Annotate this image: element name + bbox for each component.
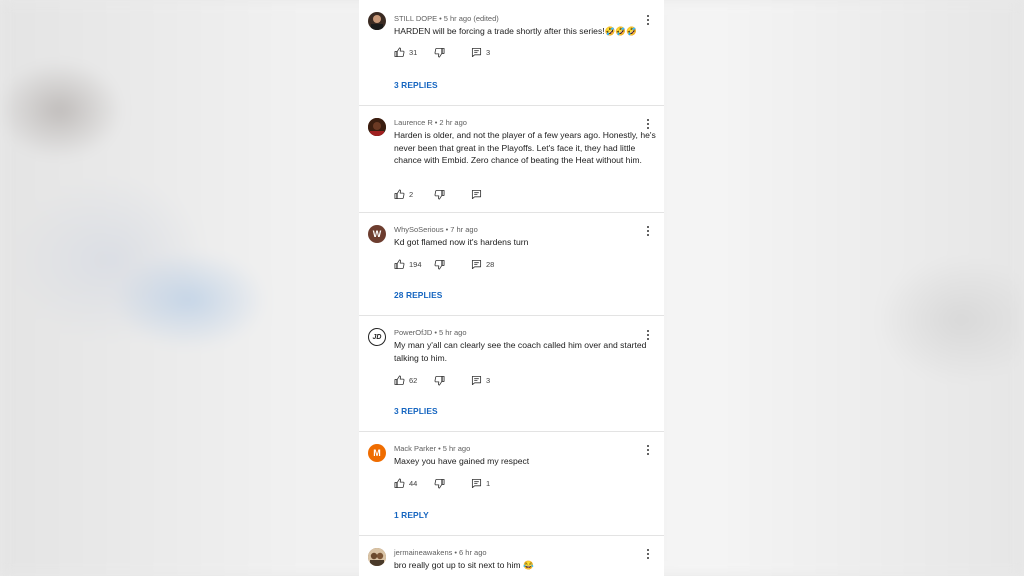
like-button[interactable]: 194	[394, 259, 434, 270]
reply-button[interactable]: 3	[471, 47, 490, 58]
reply-comment-icon	[471, 259, 482, 270]
thumbs-up-icon	[394, 189, 405, 200]
author-name[interactable]: Laurence R	[394, 118, 433, 127]
reply-count: 3	[486, 376, 491, 385]
dislike-button[interactable]	[434, 478, 471, 489]
reply-comment-icon	[471, 47, 482, 58]
reply-button[interactable]: 28	[471, 259, 494, 270]
view-replies-link[interactable]: 3 REPLIES	[394, 80, 438, 90]
comment-meta: Mack Parker • 5 hr ago	[394, 444, 471, 453]
comment-text: Maxey you have gained my respect	[394, 456, 530, 466]
view-replies-link[interactable]: 1 REPLY	[394, 510, 429, 520]
like-button[interactable]: 44	[394, 478, 434, 489]
reply-count: 1	[486, 479, 491, 488]
comment-meta: PowerOfJD • 5 hr ago	[394, 328, 467, 337]
reply-comment-icon	[471, 189, 482, 200]
dislike-button[interactable]	[434, 47, 471, 58]
like-count: 44	[409, 479, 418, 488]
comment-item: jermaineawakens • 6 hr ago bro really got …	[359, 536, 664, 576]
comment-item: STILL DOPE • 5 hr ago (edited) HARDEN will…	[359, 0, 664, 106]
dislike-button[interactable]	[434, 259, 471, 270]
like-count: 31	[409, 48, 418, 57]
thumbs-up-icon	[394, 259, 405, 270]
reply-comment-icon	[471, 375, 482, 386]
comment-actions: 44 1	[394, 478, 490, 489]
comment-meta: Laurence R • 2 hr ago	[394, 118, 467, 127]
like-count: 194	[409, 260, 422, 269]
like-count: 2	[409, 190, 414, 199]
reply-count: 3	[486, 48, 491, 57]
comment-text: My man y'all can clearly see the coach c…	[394, 340, 647, 363]
reply-button[interactable]: 1	[471, 478, 490, 489]
author-name[interactable]: PowerOfJD	[394, 328, 432, 337]
comment-meta: STILL DOPE • 5 hr ago (edited)	[394, 14, 499, 23]
comment-item: M Mack Parker • 5 hr ago Maxey you have ga…	[359, 432, 664, 536]
reply-comment-icon	[471, 478, 482, 489]
comment-item: JD PowerOfJD • 5 hr ago My man y'all can c…	[359, 316, 664, 432]
comment-meta: WhySoSerious • 7 hr ago	[394, 225, 478, 234]
like-button[interactable]: 2	[394, 189, 434, 200]
view-replies-link[interactable]: 28 REPLIES	[394, 290, 442, 300]
comment-actions: 194 28	[394, 259, 494, 270]
thumbs-up-icon	[394, 375, 405, 386]
avatar[interactable]	[368, 12, 386, 30]
comment-time: 5 hr ago	[442, 444, 471, 453]
avatar[interactable]: M	[368, 444, 386, 462]
thumbs-up-icon	[394, 478, 405, 489]
comment-time: 6 hr ago	[459, 548, 487, 557]
comment-item: Laurence R • 2 hr ago Harden is older, and…	[359, 106, 664, 213]
thumbs-up-icon	[394, 47, 405, 58]
comment-item: W WhySoSerious • 7 hr ago Kd got flamed no…	[359, 213, 664, 316]
comment-time: 5 hr ago (edited)	[443, 14, 499, 23]
view-replies-link[interactable]: 3 REPLIES	[394, 406, 438, 416]
comment-text: Harden is older, and not the player of a…	[394, 130, 656, 165]
avatar-letter: JD	[372, 333, 382, 341]
comment-text: Kd got flamed now it's hardens turn	[394, 237, 529, 247]
thumbs-down-icon	[434, 259, 445, 270]
thumbs-down-icon	[434, 375, 445, 386]
avatar[interactable]	[368, 118, 386, 136]
comment-time: 2 hr ago	[439, 118, 467, 127]
like-button[interactable]: 62	[394, 375, 434, 386]
author-name[interactable]: STILL DOPE	[394, 14, 437, 23]
like-button[interactable]: 31	[394, 47, 434, 58]
reply-button[interactable]: 3	[471, 375, 490, 386]
avatar[interactable]: JD	[368, 328, 386, 346]
reply-button[interactable]	[471, 189, 482, 200]
author-name[interactable]: WhySoSerious	[394, 225, 444, 234]
avatar-letter: W	[372, 229, 382, 239]
like-count: 62	[409, 376, 418, 385]
comment-actions: 2	[394, 189, 482, 200]
comment-text: bro really got up to sit next to him 😂	[394, 560, 534, 570]
avatar-letter: M	[373, 448, 381, 458]
thumbs-down-icon	[434, 478, 445, 489]
comment-actions: 31 3	[394, 47, 490, 58]
reply-count: 28	[486, 260, 495, 269]
comment-time: 5 hr ago	[438, 328, 467, 337]
thumbs-down-icon	[434, 47, 445, 58]
avatar[interactable]	[368, 548, 386, 566]
avatar[interactable]: W	[368, 225, 386, 243]
thumbs-down-icon	[434, 189, 445, 200]
comment-actions: 62 3	[394, 375, 490, 386]
comment-meta: jermaineawakens • 6 hr ago	[394, 548, 487, 557]
dislike-button[interactable]	[434, 189, 471, 200]
comment-text: HARDEN will be forcing a trade shortly a…	[394, 26, 637, 36]
comment-time: 7 hr ago	[450, 225, 478, 234]
comments-panel[interactable]: STILL DOPE • 5 hr ago (edited) HARDEN will…	[359, 0, 664, 576]
author-name[interactable]: jermaineawakens	[394, 548, 452, 557]
dislike-button[interactable]	[434, 375, 471, 386]
author-name[interactable]: Mack Parker	[394, 444, 436, 453]
